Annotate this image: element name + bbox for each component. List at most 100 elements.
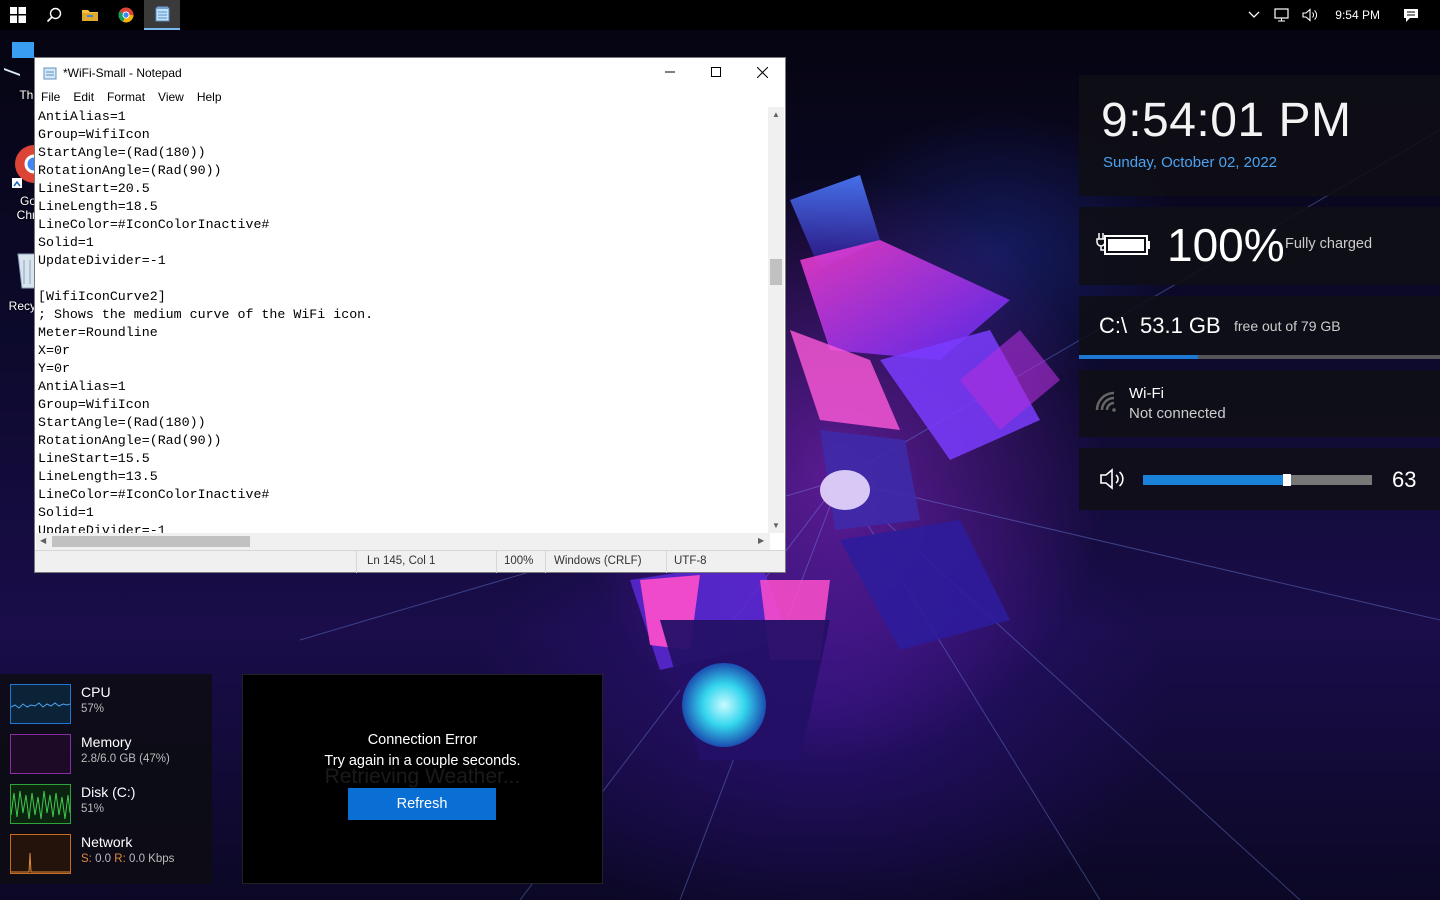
close-button[interactable] [739,58,785,86]
scroll-left-icon[interactable]: ◀ [40,536,46,545]
clock-date: Sunday, October 02, 2022 [1103,154,1278,171]
network-receive-value: 0.0 Kbps [128,853,175,865]
disk-graph [10,784,71,824]
memory-graph [10,734,71,774]
horizontal-scroll-thumb[interactable] [52,536,250,547]
maximize-icon [711,67,721,77]
status-position: Ln 145, Col 1 [367,555,436,567]
disk-usage-fill [1079,355,1199,359]
this-pc-icon [4,42,34,76]
wifi-name: Wi-Fi [1129,385,1164,402]
horizontal-scrollbar[interactable]: ◀ ▶ [36,533,770,550]
clock-widget: 9:54:01 PM Sunday, October 02, 2022 [1079,75,1440,196]
network-send-label: S: [81,853,92,865]
desktop-icon-this-pc[interactable]: Thi [0,40,36,102]
menu-format[interactable]: Format [107,90,145,104]
search-button[interactable] [36,0,72,30]
network-label: Network [81,834,133,850]
monitor-memory: Memory 2.8/6.0 GB (47%) [10,734,210,774]
text-editor-area[interactable]: AntiAlias=1 Group=WifiIcon StartAngle=(R… [35,107,771,585]
volume-tray-button[interactable] [1299,0,1321,30]
show-hidden-icons-button[interactable] [1243,0,1265,30]
menu-view[interactable]: View [158,90,184,104]
window-title: *WiFi-Small - Notepad [63,65,182,80]
battery-charging-icon [1096,233,1150,255]
memory-value: 2.8/6.0 GB (47%) [81,753,170,765]
battery-percent: 100% [1167,219,1285,271]
start-button[interactable] [0,0,36,30]
folder-icon [82,10,98,21]
monitor-network: Network S: 0.0 R: 0.0 Kbps [10,834,210,874]
battery-status: Fully charged [1285,236,1373,252]
network-graph [10,834,71,874]
minimize-icon [665,71,675,73]
scroll-right-icon[interactable]: ▶ [758,536,764,545]
error-title: Connection Error [367,732,478,748]
volume-value: 63 [1392,467,1417,492]
chrome-icon [12,145,53,188]
status-bar: Ln 145, Col 1 100% Windows (CRLF) UTF-8 [35,550,785,573]
network-send-value: 0.0 [95,853,112,865]
status-line-endings: Windows (CRLF) [554,555,642,567]
disk-widget: C:\ 53.1 GB free out of 79 GB [1079,296,1440,359]
monitor-disk: Disk (C:) 51% [10,784,210,824]
close-icon [756,66,768,78]
editor-text[interactable]: AntiAlias=1 Group=WifiIcon StartAngle=(R… [35,108,771,540]
speaker-icon[interactable] [1099,468,1129,490]
notepad-icon [155,6,169,22]
disk-label: Disk (C:) [81,784,136,800]
battery-widget: 100% Fully charged [1079,207,1440,285]
disk-free-size: 53.1 GB [1140,313,1221,338]
desktop-icon-label: Recy [8,299,36,313]
file-explorer-button[interactable] [72,0,108,30]
scroll-down-icon[interactable]: ▼ [772,521,780,530]
notepad-window[interactable]: *WiFi-Small - Notepad File Edit Format V… [34,57,786,573]
network-tray-button[interactable] [1271,0,1293,30]
disk-value: 51% [81,803,105,815]
memory-label: Memory [81,734,132,750]
volume-slider-knob[interactable] [1283,474,1292,486]
disk-usage-bar [1079,355,1440,359]
menu-bar: File Edit Format View Help [35,87,785,107]
error-message: Try again in a couple seconds. [324,753,521,769]
status-encoding: UTF-8 [674,555,707,567]
volume-widget: 63 [1079,448,1440,510]
volume-slider[interactable] [1143,474,1372,486]
desktop-icon-recycle-bin[interactable]: Recy [0,248,37,313]
taskbar-clock[interactable]: 9:54 PM [1327,8,1394,22]
menu-edit[interactable]: Edit [73,90,94,104]
status-zoom: 100% [504,555,534,567]
refresh-button[interactable]: Refresh [348,788,496,820]
vertical-scroll-thumb[interactable] [770,259,782,285]
network-value: S: 0.0 R: 0.0 Kbps [81,853,174,865]
disk-drive-letter: C:\ [1099,313,1128,338]
taskbar: 9:54 PM [0,0,1440,30]
notepad-taskbar-button[interactable] [144,0,180,30]
scroll-up-icon[interactable]: ▲ [772,110,780,119]
system-monitor-widget: CPU 57% Memory 2.8/6.0 GB (47%) Disk (C:… [0,674,212,884]
network-receive-label: R: [114,853,126,865]
action-center-button[interactable] [1400,0,1422,30]
wifi-widget: Wi-Fi Not connected [1079,370,1440,437]
weather-widget: Retrieving Weather... Connection Error T… [242,674,603,884]
network-monitor-icon [1274,8,1289,22]
notepad-title-bar[interactable]: *WiFi-Small - Notepad [35,58,785,87]
chrome-icon [118,7,134,23]
menu-file[interactable]: File [41,90,60,104]
clock-time: 9:54:01 PM [1101,94,1352,147]
wifi-status: Not connected [1129,405,1226,422]
notepad-icon [43,67,57,79]
disk-free-label: free out of 79 GB [1234,318,1341,334]
system-tray: 9:54 PM [1243,0,1440,30]
chrome-button[interactable] [108,0,144,30]
menu-help[interactable]: Help [197,90,222,104]
maximize-button[interactable] [693,58,739,86]
speaker-icon [1302,8,1318,22]
vertical-scrollbar[interactable]: ▲ ▼ [768,107,784,533]
minimize-button[interactable] [647,58,693,86]
monitor-cpu: CPU 57% [10,684,210,724]
desktop-icon-chrome[interactable]: Go Chr [0,144,53,222]
cpu-value: 57% [81,703,105,715]
windows-logo-icon [10,7,26,23]
notification-icon [1404,8,1418,22]
